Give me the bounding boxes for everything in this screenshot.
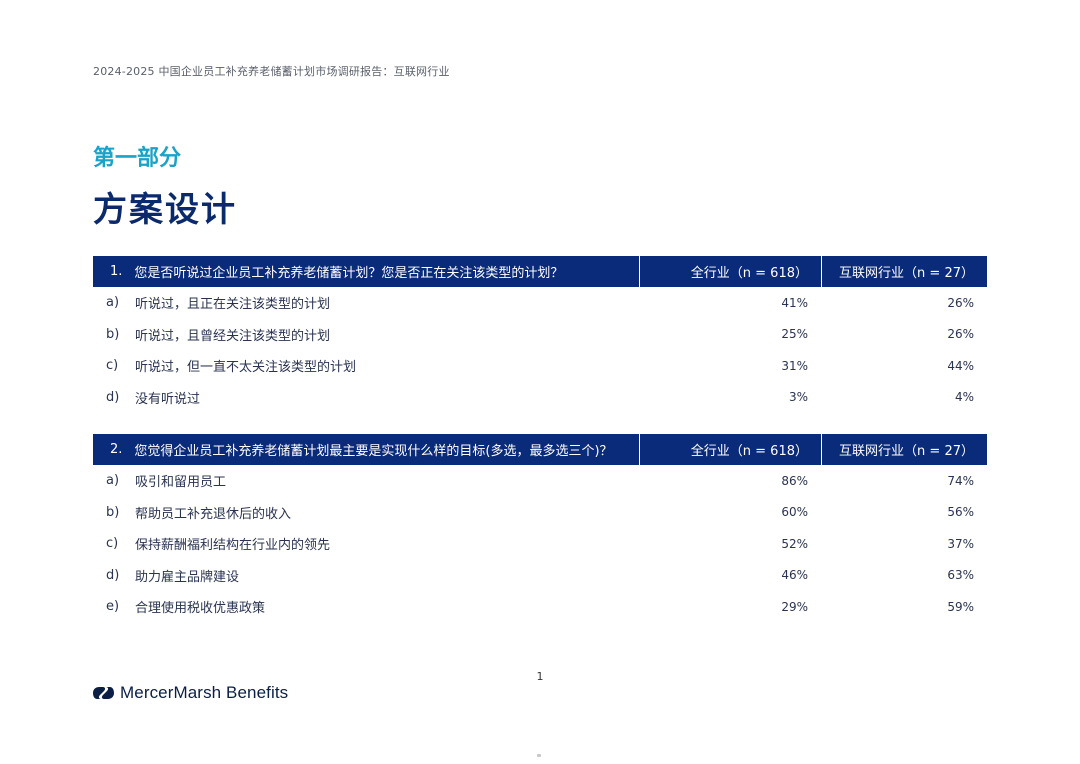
option-label: 保持薪酬福利结构在行业内的领先 [135, 538, 331, 554]
table-row: d) 没有听说过 3% 4% [93, 382, 987, 414]
column-header-all-industries: 全行业（n = 618） [639, 434, 821, 465]
running-header: 2024-2025 中国企业员工补充养老储蓄计划市场调研报告：互联网行业 [93, 65, 450, 78]
option-letter: c) [106, 536, 119, 552]
question-header-2: 2. 您觉得企业员工补充养老储蓄计划最主要是实现什么样的目标(多选，最多选三个)… [93, 434, 987, 465]
question-number: 2. [110, 442, 123, 457]
page-number: 1 [536, 670, 544, 683]
value-internet-industry: 26% [947, 295, 974, 310]
option-letter: c) [106, 358, 119, 374]
section-title: 方案设计 [93, 190, 237, 230]
column-header-internet-industry: 互联网行业（n = 27） [821, 434, 987, 465]
table-row: c) 听说过，但一直不太关注该类型的计划 31% 44% [93, 350, 987, 382]
company-logo: MercerMarsh Benefits [92, 683, 288, 703]
option-letter: a) [106, 295, 120, 311]
value-internet-industry: 37% [947, 536, 974, 551]
question-table-2: 2. 您觉得企业员工补充养老储蓄计划最主要是实现什么样的目标(多选，最多选三个)… [93, 434, 987, 623]
value-all-industries: 52% [781, 536, 808, 551]
option-letter: a) [106, 473, 120, 489]
value-internet-industry: 4% [954, 390, 974, 405]
mercer-marsh-logo-icon [93, 687, 114, 699]
value-internet-industry: 44% [947, 358, 974, 373]
option-letter: e) [106, 599, 120, 615]
option-label: 助力雇主品牌建设 [135, 569, 240, 585]
question-header-1: 1. 您是否听说过企业员工补充养老储蓄计划？您是否正在关注该类型的计划？ 全行业… [93, 256, 987, 287]
section-kicker: 第一部分 [93, 146, 182, 171]
option-label: 吸引和留用员工 [135, 475, 227, 491]
option-letter: b) [106, 326, 120, 342]
question-text-2: 2. 您觉得企业员工补充养老储蓄计划最主要是实现什么样的目标(多选，最多选三个)… [93, 434, 639, 465]
column-header-internet-industry: 互联网行业（n = 27） [821, 256, 987, 287]
option-label: 听说过，且曾经关注该类型的计划 [135, 328, 331, 344]
value-all-industries: 31% [781, 358, 808, 373]
option-letter: d) [106, 389, 120, 405]
value-all-industries: 41% [781, 295, 808, 310]
option-label: 合理使用税收优惠政策 [135, 601, 266, 617]
option-letter: d) [106, 567, 120, 583]
column-header-all-industries: 全行业（n = 618） [639, 256, 821, 287]
question-number: 1. [110, 264, 123, 279]
question-label: 您觉得企业员工补充养老储蓄计划最主要是实现什么样的目标(多选，最多选三个)？ [134, 444, 613, 459]
value-all-industries: 29% [781, 599, 808, 614]
table-row: b) 帮助员工补充退休后的收入 60% 56% [93, 497, 987, 529]
table-row: e) 合理使用税收优惠政策 29% 59% [93, 591, 987, 623]
table-row: c) 保持薪酬福利结构在行业内的领先 52% 37% [93, 528, 987, 560]
table-row: b) 听说过，且曾经关注该类型的计划 25% 26% [93, 319, 987, 351]
table-row: a) 吸引和留用员工 86% 74% [93, 465, 987, 497]
logo-text: MercerMarsh Benefits [120, 683, 289, 702]
option-label: 听说过，且正在关注该类型的计划 [135, 297, 331, 313]
question-text-1: 1. 您是否听说过企业员工补充养老储蓄计划？您是否正在关注该类型的计划？ [93, 256, 639, 287]
value-internet-industry: 59% [947, 599, 974, 614]
value-all-industries: 3% [788, 390, 808, 405]
option-label: 没有听说过 [135, 391, 201, 407]
question-table-1: 1. 您是否听说过企业员工补充养老储蓄计划？您是否正在关注该类型的计划？ 全行业… [93, 256, 987, 413]
value-internet-industry: 74% [947, 473, 974, 488]
option-letter: b) [106, 504, 120, 520]
value-internet-industry: 26% [947, 327, 974, 342]
table-row: a) 听说过，且正在关注该类型的计划 41% 26% [93, 287, 987, 319]
value-all-industries: 46% [781, 568, 808, 583]
option-label: 听说过，但一直不太关注该类型的计划 [135, 360, 357, 376]
question-label: 您是否听说过企业员工补充养老储蓄计划？您是否正在关注该类型的计划？ [134, 266, 564, 281]
option-label: 帮助员工补充退休后的收入 [135, 506, 292, 522]
value-internet-industry: 63% [947, 568, 974, 583]
value-all-industries: 25% [781, 327, 808, 342]
value-all-industries: 86% [781, 473, 808, 488]
table-row: d) 助力雇主品牌建设 46% 63% [93, 560, 987, 592]
page-dot-mark [537, 754, 541, 757]
value-all-industries: 60% [781, 505, 808, 520]
value-internet-industry: 56% [947, 505, 974, 520]
